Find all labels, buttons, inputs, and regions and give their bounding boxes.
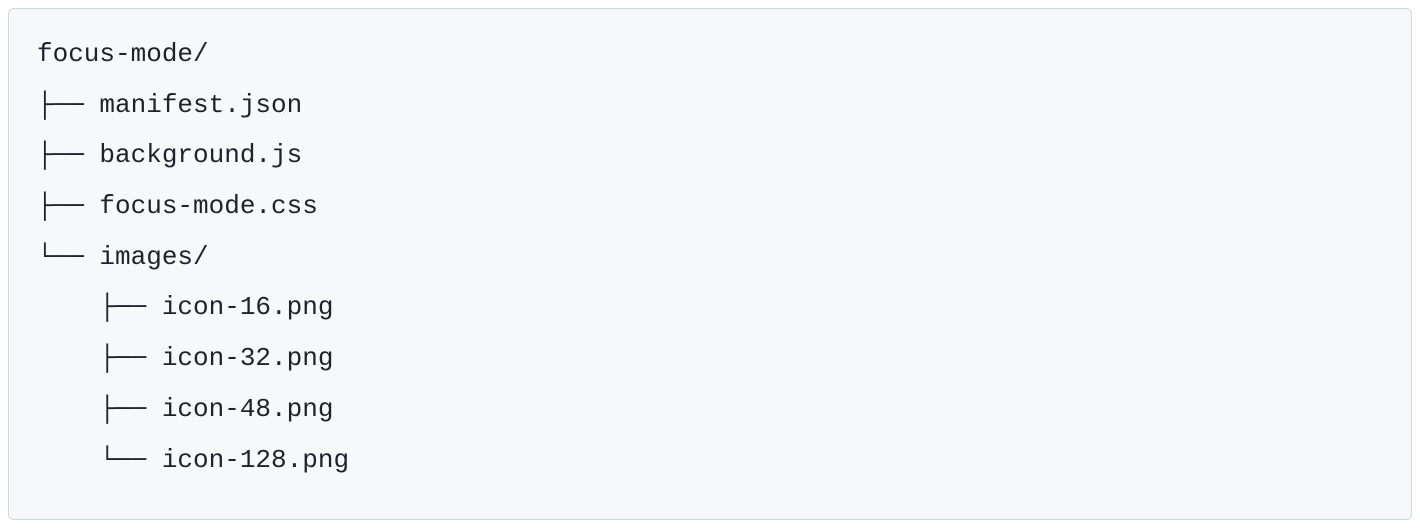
tree-line: ├── icon-32.png (37, 343, 333, 373)
tree-line: ├── icon-16.png (37, 292, 333, 322)
tree-line: ├── focus-mode.css (37, 191, 318, 221)
tree-line: ├── background.js (37, 140, 302, 170)
tree-line: ├── manifest.json (37, 90, 302, 120)
tree-line: ├── icon-48.png (37, 394, 333, 424)
directory-tree-block: focus-mode/ ├── manifest.json ├── backgr… (8, 8, 1412, 520)
directory-tree: focus-mode/ ├── manifest.json ├── backgr… (37, 29, 1383, 485)
tree-line: └── icon-128.png (37, 445, 349, 475)
tree-line: └── images/ (37, 242, 209, 272)
tree-line: focus-mode/ (37, 39, 209, 69)
